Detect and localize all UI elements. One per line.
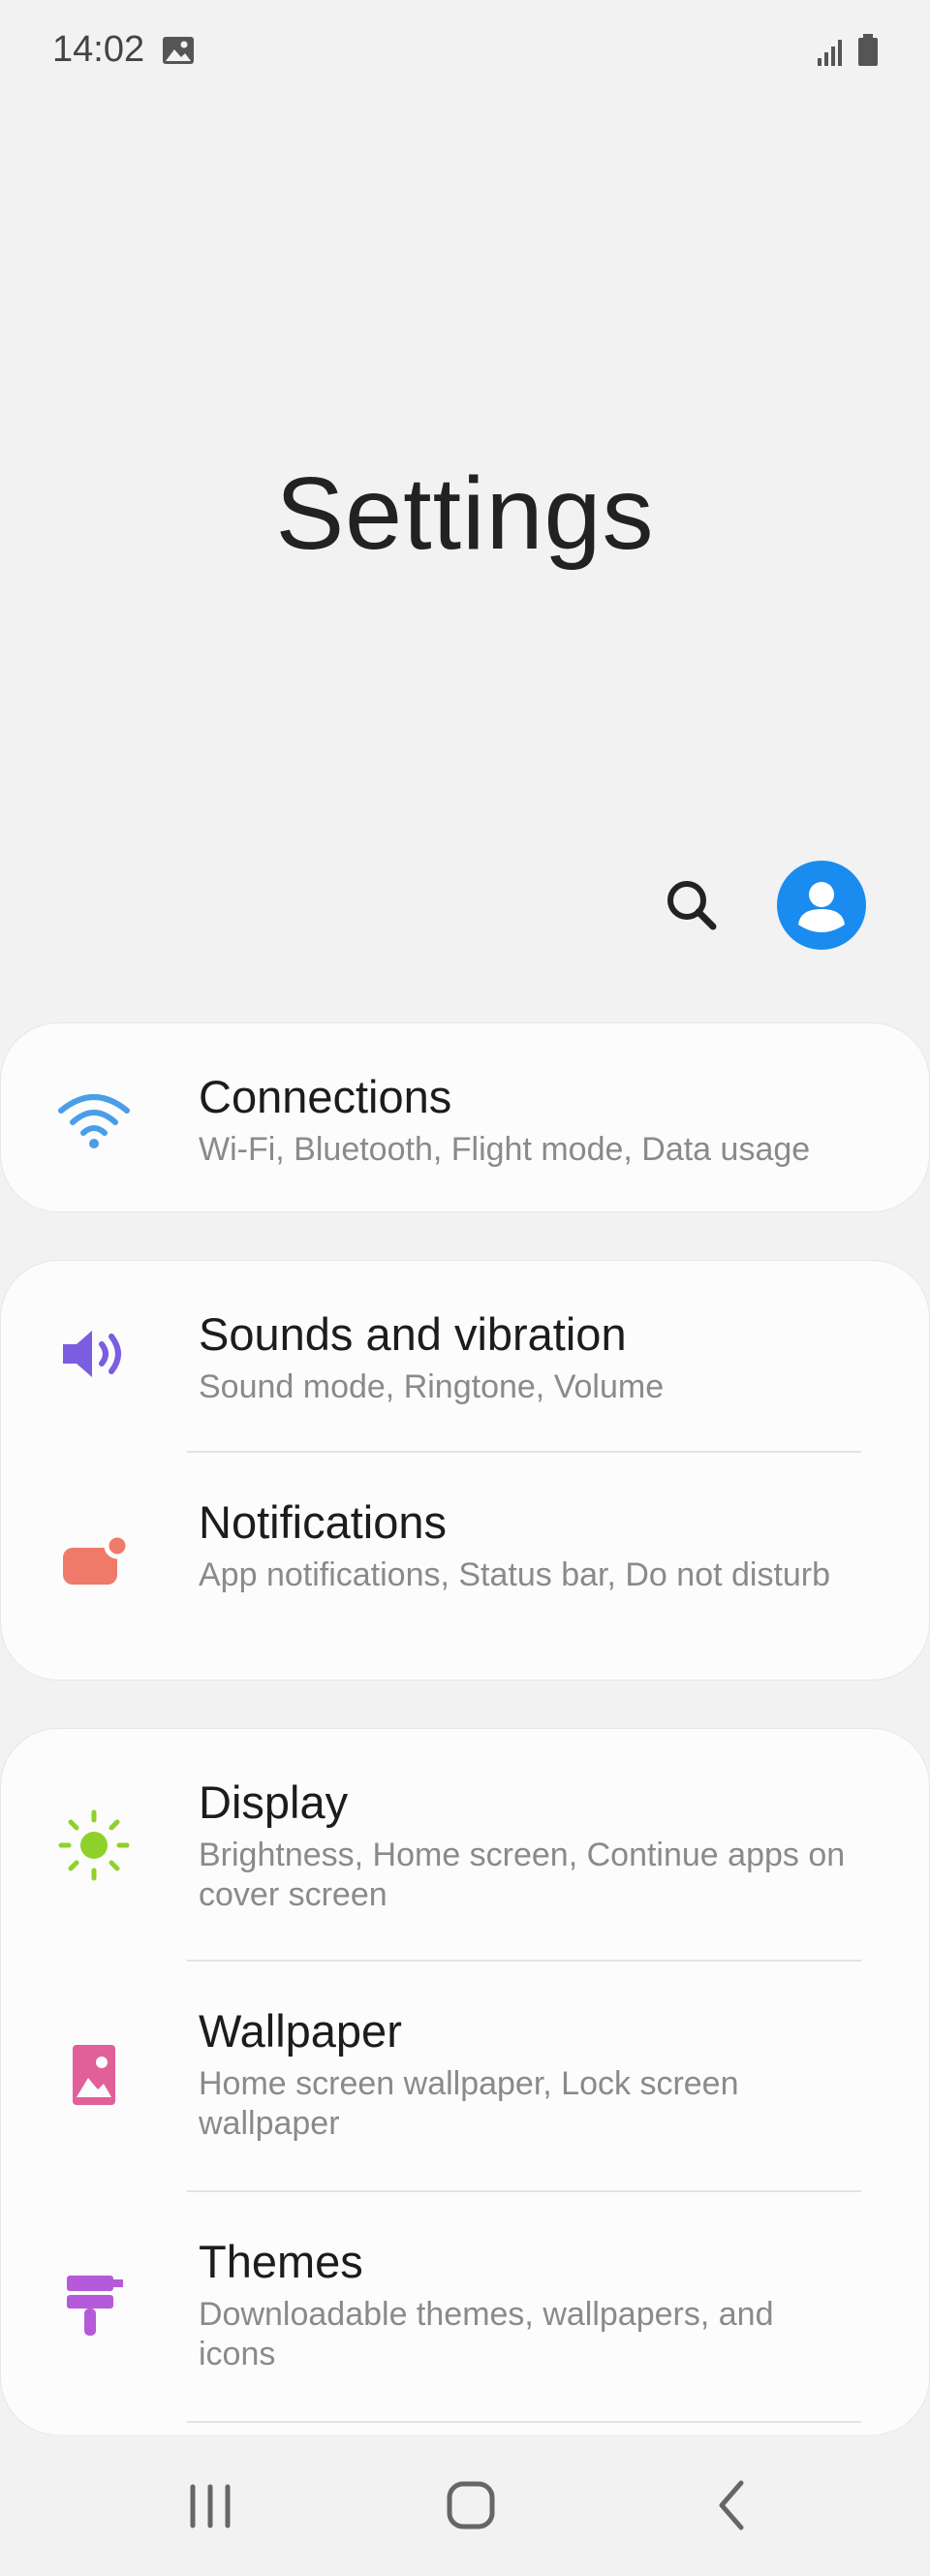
sun-icon <box>58 1809 130 1881</box>
recents-button[interactable] <box>167 2464 254 2551</box>
settings-item-themes[interactable]: Themes Downloadable themes, wallpapers, … <box>1 2192 930 2421</box>
item-subtitle: Downloadable themes, wallpapers, and ico… <box>199 2296 774 2372</box>
back-icon <box>719 2480 744 2530</box>
brush-icon <box>67 2276 123 2336</box>
settings-item-notifications[interactable]: Notifications App notifications, Status … <box>1 1453 930 1681</box>
status-time: 14:02 <box>52 29 145 70</box>
settings-card-sounds: Sounds and vibration Sound mode, Rington… <box>0 1260 930 1681</box>
avatar-icon <box>777 861 866 950</box>
settings-item-connections[interactable]: Connections Wi-Fi, Bluetooth, Flight mod… <box>1 1023 930 1213</box>
settings-card-display: Display Brightness, Home screen, Continu… <box>0 1728 930 2435</box>
item-subtitle: App notifications, Status bar, Do not di… <box>199 1556 831 1593</box>
search-button[interactable] <box>655 868 728 942</box>
item-subtitle: Brightness, Home screen, Continue apps o… <box>199 1837 846 1913</box>
item-subtitle: Home screen wallpaper, Lock screen wallp… <box>199 2065 739 2142</box>
signal-icon <box>818 40 842 66</box>
item-subtitle: Wi-Fi, Bluetooth, Flight mode, Data usag… <box>199 1131 811 1168</box>
item-title: Notifications <box>199 1496 447 1548</box>
item-subtitle: Sound mode, Ringtone, Volume <box>199 1368 665 1405</box>
wallpaper-icon <box>73 2045 115 2105</box>
settings-item-sounds[interactable]: Sounds and vibration Sound mode, Rington… <box>1 1261 930 1451</box>
page-title: Settings <box>275 456 655 571</box>
item-title: Sounds and vibration <box>199 1308 627 1360</box>
home-button[interactable] <box>427 2464 514 2551</box>
speaker-icon <box>63 1331 121 1377</box>
home-icon <box>447 2481 495 2529</box>
notification-icon <box>63 1532 131 1585</box>
back-button[interactable] <box>688 2464 775 2551</box>
navigation-bar <box>0 2435 930 2576</box>
settings-card-connections: Connections Wi-Fi, Bluetooth, Flight mod… <box>0 1022 930 1212</box>
settings-item-display[interactable]: Display Brightness, Home screen, Continu… <box>1 1729 930 1960</box>
status-bar: 14:02 <box>0 0 930 107</box>
account-button[interactable] <box>777 861 866 950</box>
image-notification-icon <box>163 37 194 64</box>
recents-icon <box>190 2484 231 2529</box>
search-icon <box>667 881 717 930</box>
divider <box>187 2421 861 2423</box>
battery-icon <box>858 34 878 66</box>
wifi-icon <box>58 1094 130 1148</box>
item-title: Themes <box>199 2236 363 2287</box>
item-title: Display <box>199 1776 349 1828</box>
item-title: Wallpaper <box>199 2005 402 2057</box>
item-title: Connections <box>199 1071 452 1122</box>
settings-item-wallpaper[interactable]: Wallpaper Home screen wallpaper, Lock sc… <box>1 1962 930 2190</box>
